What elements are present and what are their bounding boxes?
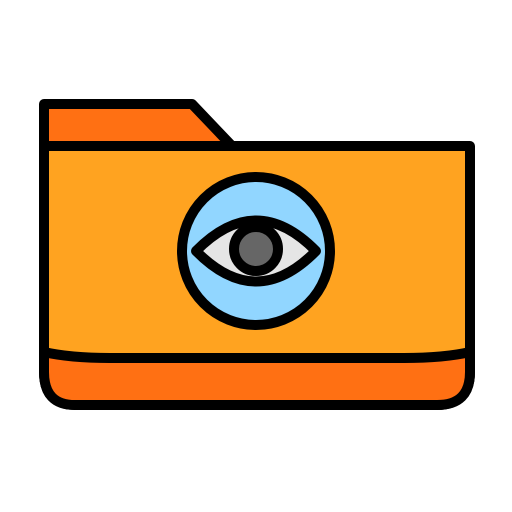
folder-tab xyxy=(39,99,237,151)
pupil xyxy=(229,222,283,276)
folder-eye-icon xyxy=(39,99,475,410)
icon-canvas xyxy=(0,0,512,512)
eye-icon xyxy=(191,215,321,287)
folder-bottom-band xyxy=(39,347,475,410)
